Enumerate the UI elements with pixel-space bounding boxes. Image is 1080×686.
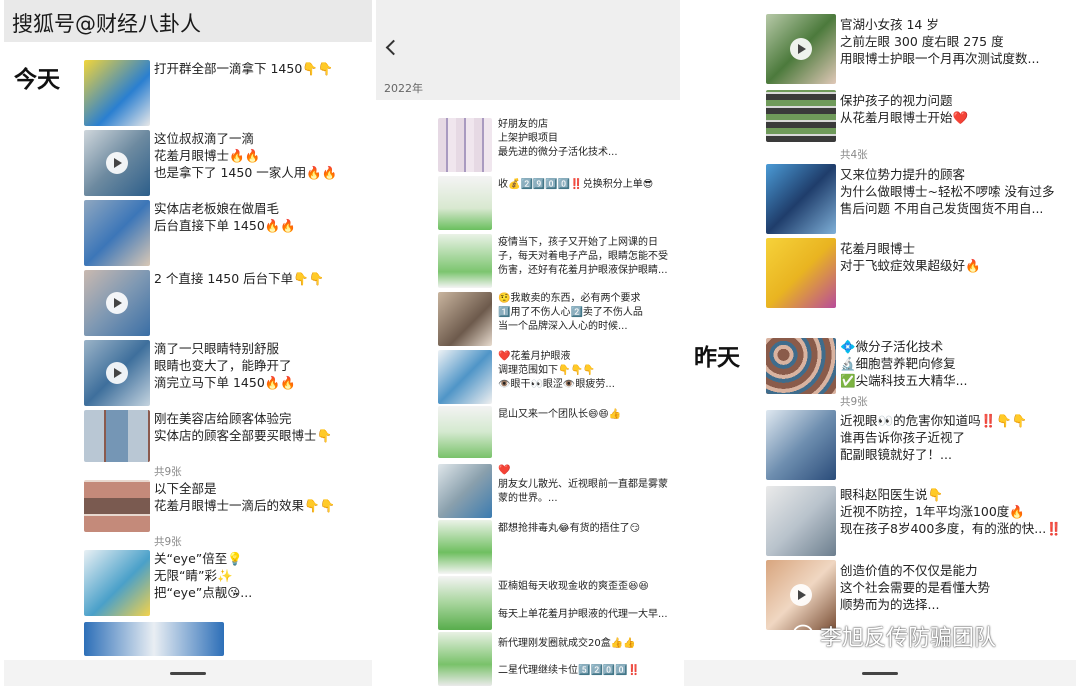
watermark-bottom: 李旭反传防骗团队 bbox=[820, 626, 997, 651]
profile-header: 2022年 bbox=[376, 0, 680, 100]
post-thumbnail[interactable] bbox=[766, 164, 836, 234]
post-thumbnail[interactable] bbox=[84, 200, 150, 266]
post-thumbnail[interactable] bbox=[438, 350, 492, 404]
day-label-today: 今天 bbox=[14, 67, 60, 93]
home-indicator[interactable] bbox=[862, 672, 898, 675]
video-thumbnail[interactable] bbox=[766, 14, 836, 84]
post-thumbnail[interactable] bbox=[84, 550, 150, 616]
video-thumbnail[interactable] bbox=[84, 270, 150, 336]
post-thumbnail[interactable] bbox=[438, 520, 492, 574]
home-indicator[interactable] bbox=[170, 672, 206, 675]
image-count: 共9张 bbox=[840, 396, 868, 408]
left-screenshot-panel: 搜狐号@财经八卦人 今天 打开群全部一滴拿下 1450👇👇 这位叔叔滴了一滴 花羞… bbox=[4, 0, 372, 686]
image-count: 共9张 bbox=[154, 466, 182, 478]
image-grid-thumbnail[interactable] bbox=[84, 410, 150, 462]
post-thumbnail[interactable] bbox=[438, 118, 492, 172]
play-icon bbox=[106, 292, 128, 314]
post-thumbnail[interactable] bbox=[438, 406, 492, 458]
post-thumbnail[interactable] bbox=[438, 234, 492, 288]
image-count: 共9张 bbox=[154, 536, 182, 548]
image-grid-thumbnail[interactable] bbox=[766, 90, 836, 142]
play-icon bbox=[106, 362, 128, 384]
post-thumbnail[interactable] bbox=[438, 292, 492, 346]
wechat-logo-icon bbox=[793, 624, 819, 645]
post-thumbnail[interactable] bbox=[438, 632, 492, 686]
system-nav-bar bbox=[684, 660, 1076, 686]
play-icon bbox=[790, 38, 812, 60]
play-icon bbox=[790, 584, 812, 606]
image-count: 共4张 bbox=[840, 149, 868, 161]
system-nav-bar bbox=[4, 660, 372, 686]
back-arrow-icon[interactable] bbox=[384, 38, 398, 58]
video-thumbnail[interactable] bbox=[84, 130, 150, 196]
watermark-top: 搜狐号@财经八卦人 bbox=[4, 0, 372, 42]
day-label-yesterday: 昨天 bbox=[694, 345, 740, 371]
post-thumbnail[interactable] bbox=[438, 464, 492, 518]
image-grid-thumbnail[interactable] bbox=[766, 338, 836, 394]
post-thumbnail[interactable] bbox=[766, 410, 836, 480]
post-thumbnail[interactable] bbox=[438, 576, 492, 630]
post-thumbnail[interactable] bbox=[84, 60, 150, 126]
video-thumbnail[interactable] bbox=[84, 340, 150, 406]
post-thumbnail[interactable] bbox=[84, 622, 224, 656]
post-thumbnail[interactable] bbox=[766, 238, 836, 308]
image-grid-thumbnail[interactable] bbox=[84, 480, 150, 532]
post-thumbnail[interactable] bbox=[766, 486, 836, 556]
post-thumbnail[interactable] bbox=[438, 176, 492, 230]
moment-post-text[interactable]: 每天上单花羞月护眼液的代理一大早... bbox=[498, 608, 668, 622]
middle-screenshot-panel: 2022年 好朋友的店 上架护眼项目 最先进的微分子活化技术... 收💰2️⃣9️⃣… bbox=[376, 0, 680, 686]
play-icon bbox=[106, 152, 128, 174]
year-label: 2022年 bbox=[384, 82, 423, 95]
right-screenshot-panel: 官湖小女孩 14 岁之前左眼 300 度右眼 275 度用眼博士护眼一个月再次测… bbox=[684, 0, 1076, 686]
